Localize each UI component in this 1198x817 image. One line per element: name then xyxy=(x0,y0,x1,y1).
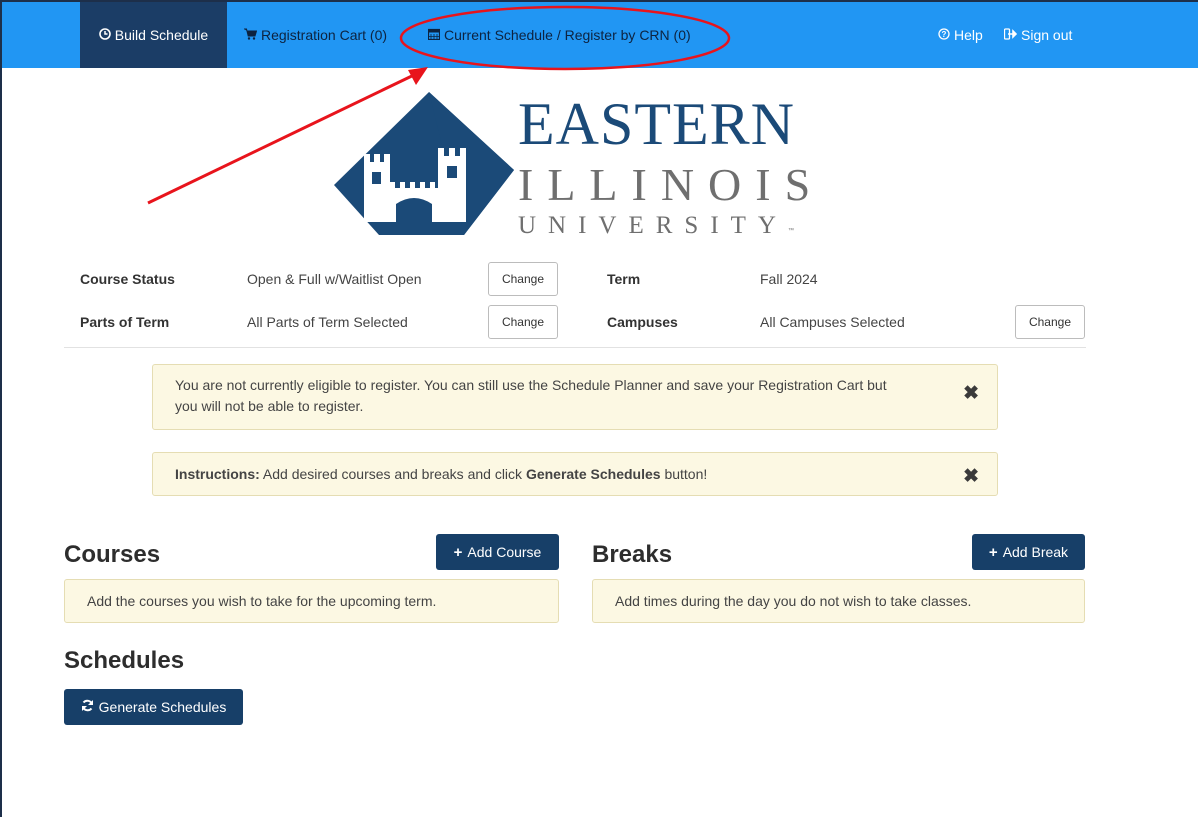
course-status-label: Course Status xyxy=(80,271,175,287)
instructions-alert: Instructions: Add desired courses and br… xyxy=(152,452,998,496)
calendar-icon xyxy=(427,28,441,43)
nav-current-schedule-label: Current Schedule / Register by CRN (0) xyxy=(444,27,691,43)
instructions-text: Add desired courses and breaks and click xyxy=(259,466,526,482)
question-circle-icon: ? xyxy=(938,27,950,43)
course-status-value: Open & Full w/Waitlist Open xyxy=(247,271,422,287)
add-course-label: Add Course xyxy=(467,544,542,560)
plus-icon: + xyxy=(988,543,998,561)
generate-schedules-button[interactable]: Generate Schedules xyxy=(64,689,243,725)
nav-current-schedule[interactable]: Current Schedule / Register by CRN (0) xyxy=(427,2,691,68)
courses-empty-panel: Add the courses you wish to take for the… xyxy=(64,579,559,623)
term-label: Term xyxy=(607,271,641,287)
add-course-button[interactable]: + Add Course xyxy=(436,534,559,570)
nav-help[interactable]: ? Help xyxy=(938,2,983,68)
instructions-alert-text: Instructions: Add desired courses and br… xyxy=(175,464,895,485)
svg-text:?: ? xyxy=(942,30,947,39)
nav-help-label: Help xyxy=(954,27,983,43)
add-break-label: Add Break xyxy=(1002,544,1069,560)
campuses-value: All Campuses Selected xyxy=(760,314,905,330)
nav-registration-cart[interactable]: Registration Cart (0) xyxy=(244,2,387,68)
parts-of-term-value: All Parts of Term Selected xyxy=(247,314,408,330)
logo-eastern: EASTERN xyxy=(518,91,795,157)
university-logo: EASTERN ILLINOIS UNIVERSITY ™ xyxy=(334,90,814,240)
schedules-title: Schedules xyxy=(64,647,185,674)
close-icon[interactable]: ✖ xyxy=(963,466,979,487)
nav-sign-out[interactable]: Sign out xyxy=(1003,2,1073,68)
close-icon[interactable]: ✖ xyxy=(963,383,979,404)
term-value: Fall 2024 xyxy=(760,271,818,287)
settings-divider xyxy=(64,347,1086,348)
courses-title: Courses xyxy=(64,541,161,568)
refresh-icon xyxy=(81,699,94,716)
plus-icon: + xyxy=(453,543,463,561)
breaks-empty-panel: Add times during the day you do not wish… xyxy=(592,579,1085,623)
instructions-suffix: button! xyxy=(660,466,708,482)
nav-sign-out-label: Sign out xyxy=(1021,27,1073,43)
generate-schedules-label: Generate Schedules xyxy=(98,699,227,715)
logo-illinois: ILLINOIS xyxy=(518,159,825,210)
add-break-button[interactable]: + Add Break xyxy=(972,534,1085,570)
castle-emblem-icon xyxy=(334,92,514,235)
instructions-prefix: Instructions: xyxy=(175,466,260,482)
nav-build-schedule[interactable]: Build Schedule xyxy=(80,2,227,68)
eligibility-alert-text: You are not currently eligible to regist… xyxy=(175,377,887,414)
parts-of-term-label: Parts of Term xyxy=(80,314,170,330)
nav-registration-cart-label: Registration Cart (0) xyxy=(261,27,388,43)
change-course-status-button[interactable]: Change xyxy=(488,262,558,296)
breaks-title: Breaks xyxy=(592,541,673,568)
logo-university: UNIVERSITY xyxy=(518,212,788,239)
nav-build-schedule-label: Build Schedule xyxy=(114,27,209,43)
clock-icon xyxy=(98,27,111,43)
instructions-bold: Generate Schedules xyxy=(525,466,661,482)
change-campuses-button[interactable]: Change xyxy=(1015,305,1085,339)
sign-out-icon xyxy=(1003,27,1018,43)
eligibility-alert: You are not currently eligible to regist… xyxy=(152,364,998,430)
cart-icon xyxy=(244,28,258,43)
campuses-label: Campuses xyxy=(607,314,678,330)
change-parts-of-term-button[interactable]: Change xyxy=(488,305,558,339)
top-navbar: Build Schedule Registration Cart (0) Cur… xyxy=(2,2,1198,68)
logo-trademark: ™ xyxy=(788,228,794,234)
